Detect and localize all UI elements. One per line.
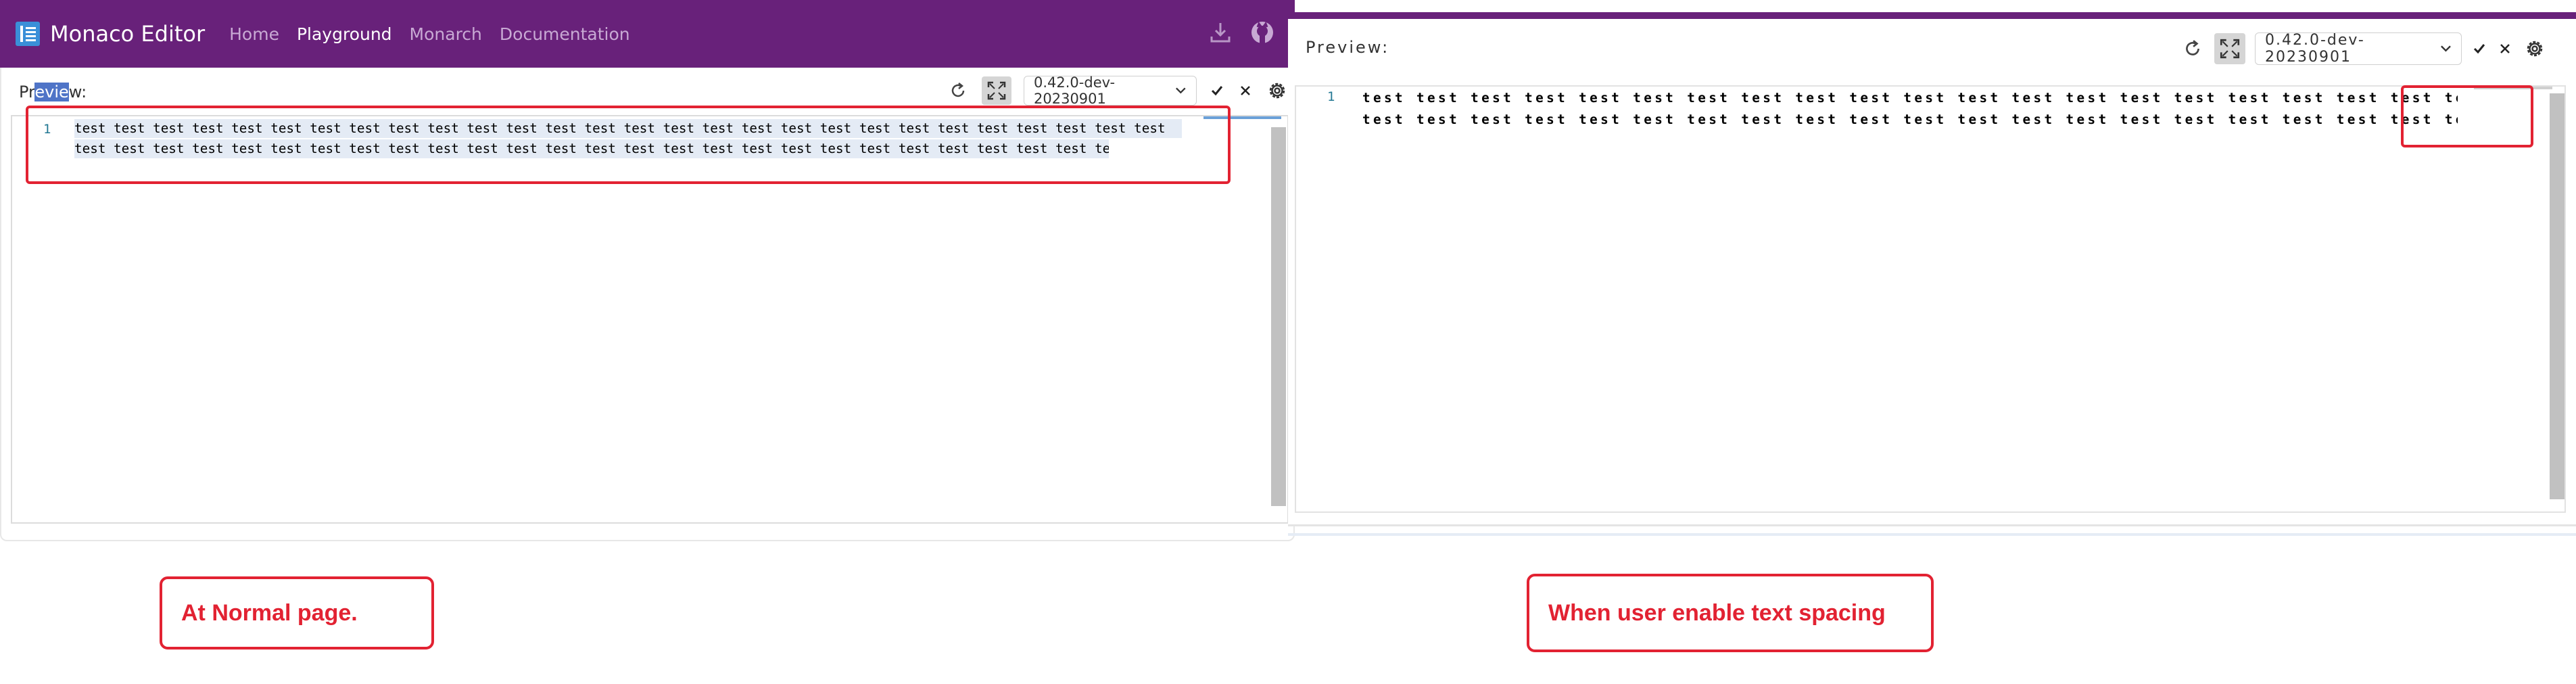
code-line-wrap-1[interactable]: test test test test test test test test … xyxy=(1362,88,2458,108)
version-select[interactable]: 0.42.0-dev-20230901 xyxy=(1024,74,1197,107)
line-number: 1 xyxy=(1327,89,1335,104)
normal-playground-screenshot: Monaco Editor Home Playground Monarch Do… xyxy=(0,0,1295,541)
reload-icon[interactable] xyxy=(947,79,970,102)
preview-toolbar: 0.42.0-dev-20230901 xyxy=(947,74,1289,107)
annotation-box-right xyxy=(2401,85,2533,147)
caption-text-spacing: When user enable text spacing xyxy=(1527,574,1934,652)
nav-right xyxy=(1208,20,1274,45)
gear-icon[interactable] xyxy=(2523,37,2547,61)
github-icon[interactable] xyxy=(1250,20,1274,45)
navbar: Monaco Editor Home Playground Monarch Do… xyxy=(0,0,1295,68)
nav-playground[interactable]: Playground xyxy=(297,24,392,44)
caption-normal-page-text: At Normal page. xyxy=(181,599,358,626)
reload-icon[interactable] xyxy=(2180,37,2205,61)
version-select[interactable]: 0.42.0-dev-20230901 xyxy=(2255,32,2462,66)
text-spacing-playground-screenshot: Preview: 0.42.0-dev-20230901 1 test test… xyxy=(1288,12,2576,536)
chevron-down-icon xyxy=(1176,87,1186,94)
preview-label: Preview: xyxy=(19,83,87,101)
fullscreen-icon[interactable] xyxy=(2214,33,2245,64)
nav-documentation[interactable]: Documentation xyxy=(500,24,630,44)
nav-home[interactable]: Home xyxy=(229,24,279,44)
preview-label: Preview: xyxy=(1306,38,1390,57)
playground-preview-pane: Preview: 0.42.0-dev-20230901 1 test test… xyxy=(1288,19,2576,526)
vertical-scrollbar[interactable] xyxy=(2550,93,2565,499)
preview-toolbar: 0.42.0-dev-20230901 xyxy=(2180,32,2547,66)
nav-links: Home Playground Monarch Documentation xyxy=(229,24,630,44)
version-value: 0.42.0-dev-20230901 xyxy=(1034,74,1116,107)
vertical-scrollbar[interactable] xyxy=(1271,127,1286,506)
pane-bottom-border xyxy=(1288,533,2576,536)
gear-icon[interactable] xyxy=(1266,79,1289,102)
version-value: 0.42.0-dev-20230901 xyxy=(2265,32,2365,66)
close-icon[interactable] xyxy=(2497,39,2513,59)
monaco-logo-icon xyxy=(16,22,40,46)
nav-monarch[interactable]: Monarch xyxy=(410,24,482,44)
annotation-box-left xyxy=(26,106,1231,184)
brand-name: Monaco Editor xyxy=(50,21,206,47)
check-icon[interactable] xyxy=(1209,81,1225,101)
close-icon[interactable] xyxy=(1237,81,1254,101)
navbar-strip xyxy=(1288,12,2576,19)
brand[interactable]: Monaco Editor xyxy=(15,20,205,48)
chevron-down-icon xyxy=(2441,45,2451,52)
code-editor[interactable]: 1 test test test test test test test tes… xyxy=(1295,85,2566,513)
code-line-wrap-2[interactable]: test test test test test test test test … xyxy=(1362,110,2458,130)
download-icon[interactable] xyxy=(1208,20,1233,45)
check-icon[interactable] xyxy=(2471,39,2487,59)
fullscreen-icon[interactable] xyxy=(982,76,1011,105)
caption-text-spacing-text: When user enable text spacing xyxy=(1548,599,1886,626)
caption-normal-page: At Normal page. xyxy=(160,576,434,649)
